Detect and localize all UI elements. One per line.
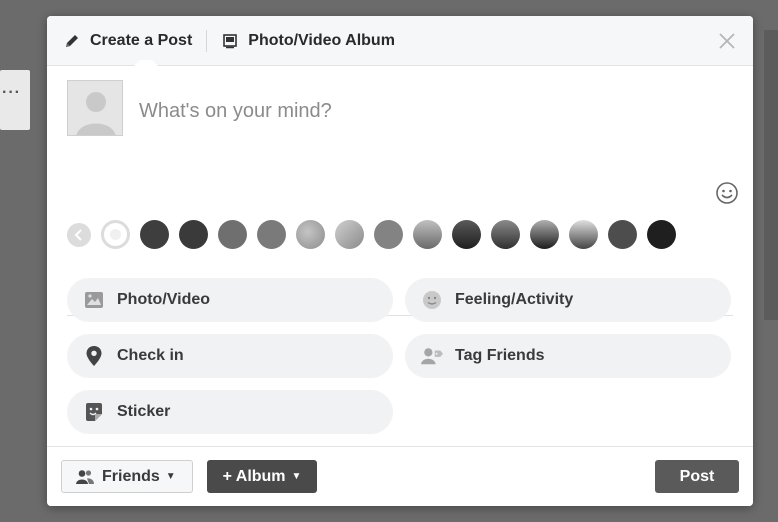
swatch[interactable] bbox=[140, 220, 169, 249]
caret-down-icon: ▼ bbox=[291, 471, 302, 482]
photo-icon bbox=[83, 289, 105, 311]
tab-photo-video-album[interactable]: Photo/Video Album bbox=[221, 16, 409, 66]
tab-label: Photo/Video Album bbox=[248, 31, 395, 49]
swatch[interactable] bbox=[218, 220, 247, 249]
audience-label: Friends bbox=[102, 467, 160, 485]
more-options-icon: ··· bbox=[2, 84, 21, 101]
swatch[interactable] bbox=[608, 220, 637, 249]
swatch[interactable] bbox=[569, 220, 598, 249]
action-label: Check in bbox=[117, 347, 184, 364]
post-composer[interactable]: What's on your mind? bbox=[47, 66, 753, 316]
swatch[interactable] bbox=[296, 220, 325, 249]
sticker-icon bbox=[83, 401, 105, 423]
caret-down-icon: ▼ bbox=[165, 471, 176, 482]
tag-friends-icon bbox=[421, 345, 443, 367]
swatch[interactable] bbox=[491, 220, 520, 249]
tab-label: Create a Post bbox=[90, 31, 193, 49]
audience-selector-button[interactable]: Friends ▼ bbox=[61, 460, 193, 493]
background-color-picker bbox=[67, 220, 686, 249]
pencil-icon bbox=[63, 32, 81, 50]
album-button-label: + Album bbox=[222, 467, 286, 485]
photo-video-button[interactable]: Photo/Video bbox=[67, 278, 393, 322]
action-label: Sticker bbox=[117, 403, 171, 420]
location-pin-icon bbox=[83, 345, 105, 367]
avatar bbox=[67, 80, 123, 136]
check-in-button[interactable]: Check in bbox=[67, 334, 393, 378]
action-label: Photo/Video bbox=[117, 291, 211, 308]
swatch[interactable] bbox=[335, 220, 364, 249]
chevron-left-icon bbox=[74, 228, 82, 241]
swatch[interactable] bbox=[413, 220, 442, 249]
swatch[interactable] bbox=[647, 220, 676, 249]
background-scrollbar bbox=[764, 30, 778, 320]
tag-friends-button[interactable]: Tag Friends bbox=[405, 334, 731, 378]
feeling-activity-button[interactable]: Feeling/Activity bbox=[405, 278, 731, 322]
swatch-plain[interactable] bbox=[101, 220, 130, 249]
post-text-input[interactable]: What's on your mind? bbox=[139, 100, 332, 123]
tab-create-post[interactable]: Create a Post bbox=[63, 16, 206, 67]
smiley-icon[interactable] bbox=[715, 181, 739, 205]
swatch[interactable] bbox=[179, 220, 208, 249]
tab-separator bbox=[206, 29, 208, 52]
swatch[interactable] bbox=[530, 220, 559, 249]
add-album-button[interactable]: + Album ▼ bbox=[207, 460, 317, 493]
close-icon[interactable] bbox=[715, 29, 739, 53]
create-post-dialog: Create a Post Photo/Video Album What's o… bbox=[47, 16, 753, 506]
post-actions: Photo/Video Feeling/Activity Check in Ta… bbox=[67, 278, 733, 434]
action-label: Feeling/Activity bbox=[455, 291, 574, 308]
album-icon bbox=[221, 32, 239, 50]
dialog-footer: Friends ▼ + Album ▼ Post bbox=[47, 446, 753, 506]
swatch[interactable] bbox=[374, 220, 403, 249]
feeling-icon bbox=[421, 289, 443, 311]
swatch-prev-button[interactable] bbox=[67, 222, 91, 247]
friends-icon bbox=[76, 469, 94, 485]
swatch[interactable] bbox=[257, 220, 286, 249]
action-label: Tag Friends bbox=[455, 347, 545, 364]
dialog-tabs: Create a Post Photo/Video Album bbox=[47, 16, 753, 67]
post-button[interactable]: Post bbox=[655, 460, 739, 493]
swatch[interactable] bbox=[452, 220, 481, 249]
sticker-button[interactable]: Sticker bbox=[67, 390, 393, 434]
